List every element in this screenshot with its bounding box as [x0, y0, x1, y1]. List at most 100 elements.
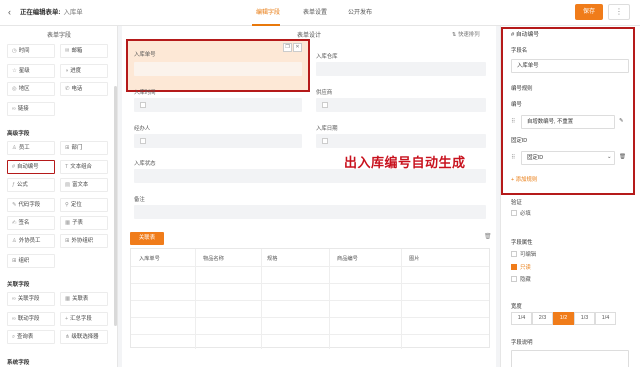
- document-icon: ▤: [65, 182, 71, 188]
- table-header: 入库单号: [139, 256, 160, 262]
- attr-option-readonly[interactable]: 只读: [511, 263, 531, 271]
- top-bar: ‹ 正在编辑表单: 入库单 编辑字段 表单设置 公开发布 保存 ⋮: [0, 0, 640, 26]
- link-icon: ∞: [12, 106, 16, 112]
- trash-icon[interactable]: 🗑: [484, 233, 492, 240]
- table-icon: ▦: [65, 220, 71, 226]
- sum-icon: +: [65, 316, 69, 322]
- progress-icon: ◑: [65, 68, 69, 74]
- palette-scrollbar[interactable]: [114, 86, 117, 326]
- input-stock-date[interactable]: [316, 134, 486, 148]
- field-external-org[interactable]: ⊞ 外协组织: [60, 234, 108, 248]
- input-stock-time[interactable]: [134, 98, 302, 112]
- select-warehouse[interactable]: [316, 62, 486, 76]
- field-formula[interactable]: ƒ 公式: [7, 178, 55, 192]
- checkbox[interactable]: [511, 276, 517, 282]
- field-department[interactable]: ⊞ 部门: [60, 141, 108, 155]
- field-signature[interactable]: ✍ 签名: [7, 216, 55, 230]
- input-remark[interactable]: [134, 205, 486, 219]
- width-label: 宽度: [511, 304, 522, 310]
- subtable-tab[interactable]: 关联表: [130, 232, 164, 245]
- field-employee[interactable]: ♙ 员工: [7, 141, 55, 155]
- table-divider: [401, 249, 402, 349]
- relation-section-title: 关联字段: [7, 282, 30, 288]
- field-label-operator: 经办人: [134, 126, 151, 132]
- user-icon: ♙: [12, 145, 17, 151]
- checkbox-operator[interactable]: [140, 138, 146, 144]
- field-rating[interactable]: ☆ 星级: [7, 64, 55, 78]
- field-subtable[interactable]: ▦ 子表: [60, 216, 108, 230]
- quick-sort-button[interactable]: ⇅ 快速排列: [452, 30, 480, 38]
- formula-icon: ƒ: [12, 182, 15, 188]
- field-link[interactable]: ∞ 链接: [7, 102, 55, 116]
- org-icon: ⊞: [12, 258, 17, 264]
- system-section-title: 系统字段: [7, 360, 30, 366]
- width-option-selected[interactable]: 1/2: [553, 312, 574, 325]
- table-row: [131, 334, 489, 335]
- field-code[interactable]: ✎ 代码字段: [7, 198, 55, 212]
- field-cascade-select[interactable]: ⋔ 级联选择器: [60, 330, 108, 344]
- page-title: 正在编辑表单: 入库单: [20, 9, 83, 16]
- field-text-combo[interactable]: T 文本组合: [60, 160, 108, 174]
- field-region[interactable]: ◎ 地区: [7, 82, 55, 96]
- advanced-section-title: 高级字段: [7, 131, 30, 137]
- field-external-staff[interactable]: ♙ 外协员工: [7, 234, 55, 248]
- form-canvas: 表单设计 ⇅ 快速排列 入库单号 ❐ ✕ 入库仓库 入库时间 供应商 经办人 入库…: [122, 26, 496, 367]
- checkbox-supplier[interactable]: [322, 102, 328, 108]
- tab-edit-fields[interactable]: 编辑字段: [256, 9, 280, 17]
- tab-form-settings[interactable]: 表单设置: [303, 9, 327, 17]
- field-organization[interactable]: ⊞ 组织: [7, 254, 55, 268]
- location-icon: ◎: [12, 86, 17, 92]
- checkbox-stock-date[interactable]: [322, 138, 328, 144]
- field-rich-text[interactable]: ▤ 富文本: [60, 178, 108, 192]
- org-icon: ⊞: [65, 145, 70, 151]
- field-label-warehouse: 入库仓库: [316, 54, 338, 60]
- input-operator[interactable]: [134, 134, 302, 148]
- checkbox[interactable]: [511, 210, 517, 216]
- field-time[interactable]: ◷ 时间: [7, 44, 55, 58]
- width-option[interactable]: 1/3: [574, 312, 595, 325]
- field-query-table[interactable]: ⌕ 查询表: [7, 330, 55, 344]
- checkbox-stock-time[interactable]: [140, 102, 146, 108]
- user-icon: ♙: [12, 238, 17, 244]
- tab-publish[interactable]: 公开发布: [348, 9, 372, 17]
- input-supplier[interactable]: [316, 98, 486, 112]
- field-email[interactable]: ✉ 邮箱: [60, 44, 108, 58]
- tree-icon: ⋔: [65, 334, 70, 340]
- field-relation-table[interactable]: ▦ 关联表: [60, 292, 108, 306]
- input-stock-status[interactable]: [134, 169, 486, 183]
- form-name: 入库单: [63, 9, 83, 16]
- more-icon[interactable]: ⋮: [608, 4, 630, 20]
- table-header: 规格: [267, 256, 278, 262]
- table-icon: ▦: [65, 296, 71, 302]
- phone-icon: ✆: [65, 86, 70, 92]
- field-linkage[interactable]: ∞ 联动字段: [7, 312, 55, 326]
- attr-option-hidden[interactable]: 隐藏: [511, 275, 531, 283]
- width-option[interactable]: 1/4: [595, 312, 616, 325]
- validate-label: 验证: [511, 200, 522, 206]
- link-icon: ∞: [12, 316, 16, 322]
- field-relation[interactable]: ∞ 关联字段: [7, 292, 55, 306]
- field-location[interactable]: ⚲ 定位: [60, 198, 108, 212]
- attr-label: 字段属性: [511, 240, 533, 246]
- table-divider: [195, 249, 196, 349]
- description-input[interactable]: [511, 350, 629, 367]
- width-option[interactable]: 2/3: [532, 312, 553, 325]
- chevron-left-icon[interactable]: ‹: [8, 7, 11, 17]
- table-header: 物品名称: [203, 256, 224, 262]
- checkbox[interactable]: [511, 251, 517, 257]
- attr-option-editable[interactable]: 可编辑: [511, 250, 536, 258]
- subtable: 入库单号 物品名称 规格 商品编号 图片: [130, 248, 490, 349]
- save-button[interactable]: 保存: [575, 4, 603, 20]
- field-progress[interactable]: ◑ 进度: [60, 64, 108, 78]
- field-label-supplier: 供应商: [316, 90, 333, 96]
- field-label-stock-time: 入库时间: [134, 90, 156, 96]
- field-phone[interactable]: ✆ 电话: [60, 82, 108, 96]
- required-checkbox[interactable]: 必填: [511, 209, 531, 217]
- field-summary[interactable]: + 汇总字段: [60, 312, 108, 326]
- width-option[interactable]: 1/4: [511, 312, 532, 325]
- table-header: 图片: [409, 256, 420, 262]
- annotation-text: 出入库编号自动生成: [344, 155, 466, 170]
- number-icon: #: [12, 164, 15, 170]
- checkbox-checked[interactable]: [511, 264, 517, 270]
- field-auto-number[interactable]: # 自动编号: [7, 160, 55, 174]
